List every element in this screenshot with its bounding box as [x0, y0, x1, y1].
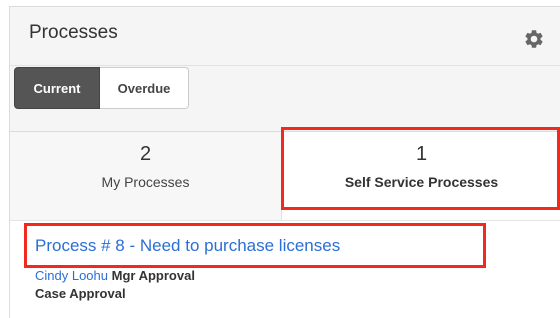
process-stats: 2 My Processes 1 Self Service Processes	[10, 132, 560, 221]
my-processes-label: My Processes	[101, 174, 190, 190]
self-service-processes-tab[interactable]: 1 Self Service Processes	[282, 132, 560, 220]
filter-button-group: Current Overdue	[14, 67, 189, 109]
gear-icon[interactable]	[523, 28, 545, 50]
self-service-label: Self Service Processes	[344, 174, 499, 190]
my-processes-tab[interactable]: 2 My Processes	[10, 132, 282, 220]
assigned-user-link[interactable]: Cindy Loohu	[35, 268, 108, 283]
process-title-link[interactable]: Process # 8 - Need to purchase licenses	[35, 236, 340, 256]
dashlet-title: Processes	[29, 22, 118, 43]
process-subtitle: Case Approval	[35, 286, 126, 301]
process-assignment: Cindy Loohu Mgr Approval	[35, 268, 195, 283]
self-service-count: 1	[415, 143, 428, 165]
my-processes-count: 2	[139, 143, 152, 165]
current-button[interactable]: Current	[14, 67, 100, 109]
overdue-button[interactable]: Overdue	[100, 67, 189, 109]
task-name: Mgr Approval	[111, 268, 195, 283]
dashlet-header: Processes	[10, 7, 560, 66]
